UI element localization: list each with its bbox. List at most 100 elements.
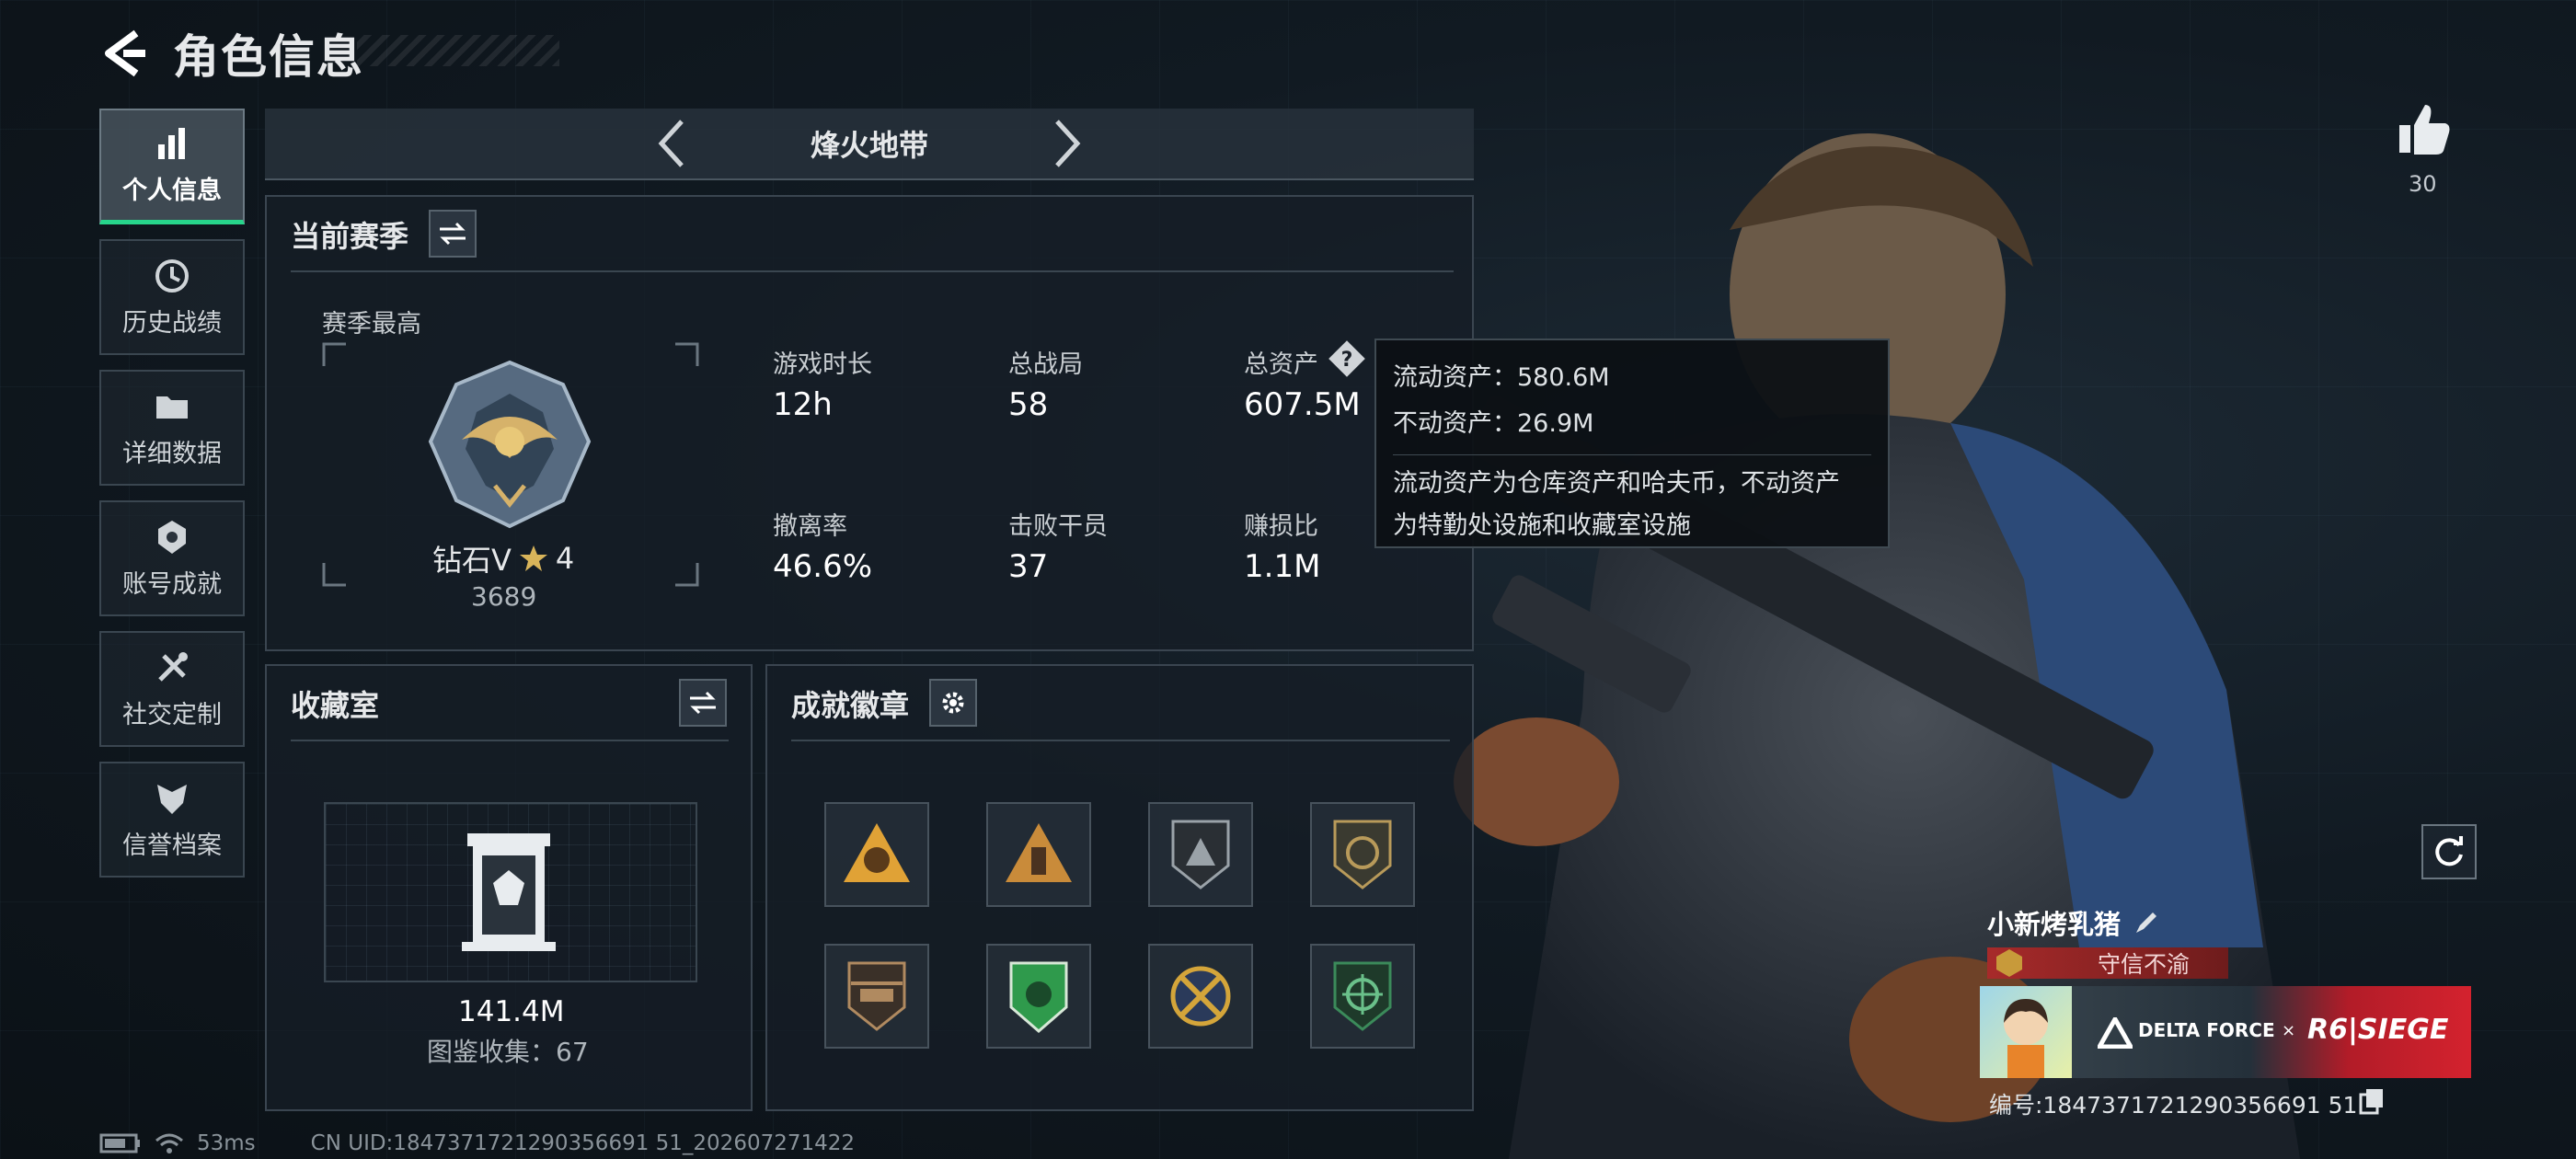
helicopter-badge-icon bbox=[847, 961, 906, 1031]
season-highest-label: 赛季最高 bbox=[322, 310, 421, 339]
status-bar: 53ms CN UID:1847371721290356691 51_20260… bbox=[99, 1131, 855, 1155]
soldier-badge-icon bbox=[1006, 823, 1072, 882]
nav-item-detailed-data[interactable]: 详细数据 bbox=[99, 370, 245, 486]
season-switch-button[interactable] bbox=[429, 210, 477, 258]
tooltip-liquid-assets: 流动资产：580.6M bbox=[1393, 363, 1610, 392]
collab-banner: DELTA FORCE × R6|SIEGE bbox=[1980, 986, 2471, 1078]
nav-label: 历史战绩 bbox=[122, 308, 222, 338]
mode-name: 烽火地带 bbox=[810, 128, 928, 163]
nav-item-achievements[interactable]: 账号成就 bbox=[99, 500, 245, 616]
achievement-icon bbox=[158, 520, 186, 554]
copy-icon[interactable] bbox=[2359, 1087, 2385, 1115]
gear-icon bbox=[942, 692, 964, 714]
like-count: 30 bbox=[2409, 171, 2437, 197]
stat-label-extraction-rate: 撤离率 bbox=[773, 512, 847, 541]
swap-icon bbox=[690, 691, 716, 715]
avatar[interactable] bbox=[1980, 986, 2072, 1078]
back-arrow-icon[interactable] bbox=[99, 28, 151, 79]
rank-stars: 4 bbox=[555, 541, 575, 576]
edit-pencil-icon[interactable] bbox=[2133, 907, 2162, 936]
nav-item-social-custom[interactable]: 社交定制 bbox=[99, 631, 245, 747]
nav-item-match-history[interactable]: 历史战绩 bbox=[99, 239, 245, 355]
nav-label: 个人信息 bbox=[122, 177, 222, 205]
folder-icon bbox=[156, 396, 188, 419]
stat-value-kills: 37 bbox=[1008, 548, 1049, 585]
assets-tooltip: 流动资产：580.6M 不动资产：26.9M 流动资产为仓库资产和哈夫币，不动资… bbox=[1374, 339, 1890, 548]
battery-icon bbox=[99, 1133, 140, 1153]
nav-label: 详细数据 bbox=[122, 439, 222, 468]
rank-line: 钻石V 4 bbox=[432, 537, 574, 580]
helmet-badge-icon bbox=[844, 823, 910, 882]
divider bbox=[291, 270, 1454, 272]
collection-count: 图鉴收集：67 bbox=[427, 1037, 589, 1067]
avatar-character-icon bbox=[2004, 999, 2048, 1078]
badge-slot[interactable] bbox=[1310, 944, 1415, 1049]
green-target-icon bbox=[1333, 961, 1392, 1031]
star-icon bbox=[519, 545, 547, 571]
badge-slot[interactable] bbox=[986, 802, 1091, 907]
page-title: 角色信息 bbox=[173, 30, 364, 84]
chevron-left-icon[interactable] bbox=[654, 116, 691, 171]
stat-value-total-assets: 607.5M bbox=[1244, 386, 1361, 423]
tooltip-description: 流动资产为仓库资产和哈夫币，不动资产 为特勤处设施和收藏室设施 bbox=[1393, 454, 1871, 547]
tooltip-desc-line-2: 为特勤处设施和收藏室设施 bbox=[1393, 511, 1691, 540]
badge-slot[interactable] bbox=[1148, 944, 1253, 1049]
badges-settings-button[interactable] bbox=[929, 679, 977, 727]
tooltip-fixed-assets: 不动资产：26.9M bbox=[1393, 409, 1594, 438]
rotate-character-button[interactable] bbox=[2421, 824, 2477, 879]
ping: 53ms bbox=[197, 1131, 256, 1155]
title-decoration bbox=[357, 35, 559, 66]
stat-label-matches: 总战局 bbox=[1008, 350, 1083, 379]
collection-value: 141.4M bbox=[458, 995, 565, 1028]
badge-slot[interactable] bbox=[986, 944, 1091, 1049]
history-clock-icon bbox=[155, 258, 189, 293]
gold-crossed-icon bbox=[1170, 966, 1231, 1027]
swap-icon bbox=[440, 222, 466, 246]
banner-r6-siege: R6|SIEGE bbox=[2307, 1014, 2449, 1046]
badge-slot[interactable] bbox=[824, 944, 929, 1049]
stat-value-playtime: 12h bbox=[773, 386, 833, 423]
diamond-rank-emblem-icon bbox=[428, 360, 592, 529]
nav-label: 社交定制 bbox=[122, 700, 222, 729]
refresh-icon bbox=[2435, 836, 2463, 866]
thumbs-up-icon[interactable] bbox=[2396, 101, 2453, 158]
badges-title: 成就徽章 bbox=[791, 688, 910, 723]
shield-icon bbox=[157, 784, 187, 814]
badge-slot[interactable] bbox=[1310, 802, 1415, 907]
help-icon[interactable]: ? bbox=[1327, 339, 1367, 379]
banner-cross: × bbox=[2282, 1021, 2296, 1040]
nav-label: 账号成就 bbox=[122, 569, 222, 599]
rank-score: 3689 bbox=[471, 581, 537, 612]
honor-title: 守信不渝 bbox=[2098, 951, 2191, 978]
player-id: 编号:1847371721290356691 51 bbox=[1989, 1092, 2358, 1119]
status-uid: CN UID:1847371721290356691 51_2026072714… bbox=[310, 1131, 856, 1155]
nav-item-personal-info[interactable]: 个人信息 bbox=[99, 109, 245, 224]
collection-switch-button[interactable] bbox=[679, 679, 727, 727]
delta-force-logo-icon bbox=[2098, 1017, 2133, 1049]
badge-slot[interactable] bbox=[824, 802, 929, 907]
stat-label-kills: 击败干员 bbox=[1008, 512, 1108, 541]
stat-label-profit-ratio: 赚损比 bbox=[1244, 512, 1318, 541]
vault-display-icon bbox=[462, 833, 556, 951]
season-title: 当前赛季 bbox=[291, 219, 409, 254]
stat-value-extraction-rate: 46.6% bbox=[773, 548, 873, 585]
banner-delta-force: DELTA FORCE bbox=[2138, 1019, 2275, 1041]
player-name: 小新烤乳猪 bbox=[1987, 909, 2122, 940]
target-shield-icon bbox=[1333, 820, 1392, 889]
stat-label-playtime: 游戏时长 bbox=[773, 350, 872, 379]
stat-label-total-assets: 总资产 bbox=[1244, 350, 1318, 379]
green-shield-icon bbox=[1009, 961, 1068, 1033]
collection-title: 收藏室 bbox=[291, 688, 380, 723]
nav-item-credit-record[interactable]: 信誉档案 bbox=[99, 762, 245, 878]
tooltip-desc-line-1: 流动资产为仓库资产和哈夫币，不动资产 bbox=[1393, 469, 1840, 498]
nav-label: 信誉档案 bbox=[122, 831, 222, 860]
wifi-icon bbox=[155, 1133, 183, 1153]
mode-selector: 烽火地带 bbox=[265, 109, 1474, 180]
divider bbox=[291, 740, 729, 741]
tools-icon bbox=[158, 651, 188, 682]
triangle-badge-icon bbox=[1171, 820, 1230, 889]
stat-value-profit-ratio: 1.1M bbox=[1244, 548, 1321, 585]
stat-value-matches: 58 bbox=[1008, 386, 1049, 423]
chevron-right-icon[interactable] bbox=[1048, 116, 1085, 171]
badge-slot[interactable] bbox=[1148, 802, 1253, 907]
